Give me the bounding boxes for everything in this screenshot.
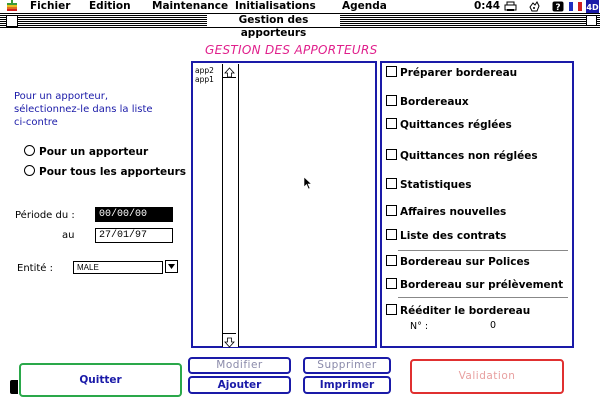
apple-menu-icon[interactable] — [6, 0, 18, 15]
checkbox-icon[interactable] — [386, 66, 397, 77]
checkbox-icon[interactable] — [386, 178, 397, 189]
checkbox-label: Préparer bordereau — [400, 67, 518, 79]
radio-label: Pour tous les apporteurs — [39, 166, 187, 178]
mac-hd-icon — [10, 380, 18, 394]
divider — [398, 250, 568, 251]
checkbox-icon[interactable] — [386, 255, 397, 266]
menu-fichier[interactable]: Fichier — [30, 0, 70, 13]
radio-button-icon[interactable] — [24, 165, 35, 176]
checkbox-icon[interactable] — [386, 205, 397, 216]
entity-label: Entité : — [17, 263, 53, 274]
menu-bar: Fichier Edition Maintenance Initialisati… — [0, 0, 600, 14]
apporteur-list[interactable]: app2 app1 — [191, 61, 377, 348]
radio-button-icon[interactable] — [24, 145, 35, 156]
list-item[interactable]: app1 — [195, 75, 214, 84]
checkbox-reediter-bordereau[interactable]: Rééditer le bordereau — [386, 304, 530, 317]
period-to-label: au — [62, 230, 75, 241]
menu-agenda[interactable]: Agenda — [342, 0, 387, 13]
menu-maintenance[interactable]: Maintenance — [152, 0, 228, 13]
checkbox-quittances-non-reglees[interactable]: Quittances non réglées — [386, 149, 538, 162]
menu-initialisations[interactable]: Initialisations — [235, 0, 316, 13]
checkbox-icon[interactable] — [386, 229, 397, 240]
checkbox-label: Affaires nouvelles — [400, 206, 507, 218]
scroll-up-icon[interactable] — [223, 64, 236, 78]
close-box-icon[interactable] — [6, 15, 18, 27]
instructions-text: Pour un apporteur, sélectionnez-le dans … — [14, 90, 153, 129]
entity-select[interactable]: MALE — [73, 261, 163, 274]
radio-all-apporteurs[interactable]: Pour tous les apporteurs — [24, 165, 186, 178]
mouse-cursor-icon — [303, 176, 313, 190]
checkbox-bordereaux[interactable]: Bordereaux — [386, 95, 469, 108]
clock: 0:44 — [474, 0, 501, 12]
menu-edition[interactable]: Edition — [89, 0, 131, 13]
svg-text:?: ? — [555, 3, 560, 12]
checkbox-label: Quittances non réglées — [400, 150, 538, 162]
checkbox-preparer-bordereau[interactable]: Préparer bordereau — [386, 66, 517, 79]
checkbox-icon[interactable] — [386, 95, 397, 106]
checkbox-label: Rééditer le bordereau — [400, 305, 531, 317]
quit-button[interactable]: Quitter — [19, 363, 182, 397]
checkbox-icon[interactable] — [386, 118, 397, 129]
window-title: Gestion des apporteurs — [207, 14, 340, 39]
validate-button[interactable]: Validation — [410, 359, 564, 394]
checkbox-affaires-nouvelles[interactable]: Affaires nouvelles — [386, 205, 506, 218]
checkbox-icon[interactable] — [386, 304, 397, 315]
checkbox-label: Liste des contrats — [400, 230, 507, 242]
radio-one-apporteur[interactable]: Pour un apporteur — [24, 145, 148, 158]
divider — [398, 297, 568, 298]
instructions-line: sélectionnez-le dans la liste — [14, 104, 153, 115]
checkbox-label: Bordereau sur prélèvement — [400, 279, 564, 291]
checkbox-icon[interactable] — [386, 149, 397, 160]
zoom-box-icon[interactable] — [586, 15, 597, 26]
delete-button[interactable]: Supprimer — [303, 357, 391, 374]
checkbox-icon[interactable] — [386, 278, 397, 289]
checkbox-label: Bordereaux — [400, 96, 469, 108]
modify-button[interactable]: Modifier — [188, 357, 291, 374]
instructions-line: Pour un apporteur, — [14, 91, 109, 102]
period-from-label: Période du : — [15, 210, 75, 221]
radio-label: Pour un apporteur — [39, 146, 149, 158]
checkbox-label: Bordereau sur Polices — [400, 256, 530, 268]
dropdown-arrow-icon[interactable] — [165, 260, 178, 273]
list-item[interactable]: app2 — [195, 66, 214, 75]
scroll-down-icon[interactable] — [223, 333, 236, 348]
entity-select-value: MALE — [77, 263, 99, 272]
instructions-line: ci-contre — [14, 117, 58, 128]
reedit-number-field[interactable]: 0 — [442, 319, 500, 332]
checkbox-label: Quittances réglées — [400, 119, 512, 131]
page-heading: GESTION DES APPORTEURS — [205, 43, 378, 57]
checkbox-statistiques[interactable]: Statistiques — [386, 178, 472, 191]
print-button[interactable]: Imprimer — [303, 376, 391, 394]
checkbox-liste-contrats[interactable]: Liste des contrats — [386, 229, 506, 242]
list-scrollbar[interactable] — [222, 64, 239, 348]
svg-text:4D: 4D — [586, 3, 599, 12]
checkbox-bordereau-prelevement[interactable]: Bordereau sur prélèvement — [386, 278, 563, 291]
period-from-field[interactable]: 00/00/00 — [95, 207, 173, 222]
window-title-bar[interactable]: Gestion des apporteurs — [0, 14, 600, 39]
reedit-number-label: N° : — [410, 321, 429, 332]
checkbox-bordereau-polices[interactable]: Bordereau sur Polices — [386, 255, 530, 268]
checkbox-label: Statistiques — [400, 179, 472, 191]
add-button[interactable]: Ajouter — [188, 376, 291, 394]
checkbox-quittances-reglees[interactable]: Quittances réglées — [386, 118, 512, 131]
period-to-field[interactable]: 27/01/97 — [95, 228, 173, 243]
